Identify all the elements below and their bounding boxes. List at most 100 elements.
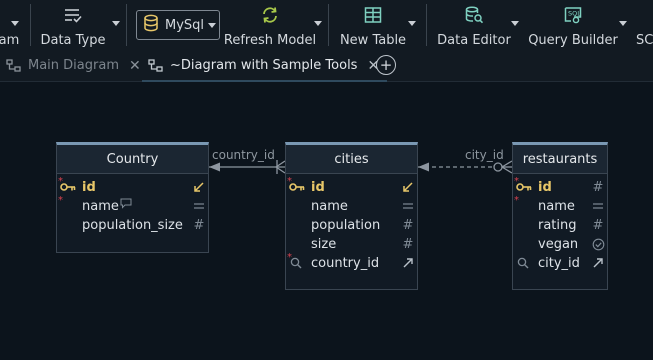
column-row[interactable]: * name xyxy=(57,195,208,216)
index-search-icon xyxy=(289,256,305,270)
partial-left-label: am xyxy=(0,33,20,48)
data-type-icon xyxy=(63,3,83,27)
tab-main-diagram[interactable]: Main Diagram ✕ xyxy=(6,50,141,81)
index-search-icon xyxy=(516,256,532,270)
toolbar-separator xyxy=(126,4,127,46)
data-type-caret[interactable] xyxy=(112,21,120,26)
table-title: restaurants xyxy=(513,145,607,174)
column-name: name xyxy=(538,199,575,214)
column-row[interactable]: rating # xyxy=(513,216,607,235)
database-select-value: MySql xyxy=(165,17,205,33)
column-name: name xyxy=(311,199,348,214)
boolean-check-icon xyxy=(591,236,605,252)
partial-right-button[interactable]: SC xyxy=(636,0,653,50)
relation-label: city_id xyxy=(465,148,504,162)
toolbar-separator xyxy=(30,4,31,46)
table-title: cities xyxy=(286,145,417,174)
column-name: id xyxy=(311,180,325,195)
table-restaurants[interactable]: restaurants * id # * name rating # vegan xyxy=(512,142,608,290)
mandatory-star: * xyxy=(514,195,519,206)
column-name: name xyxy=(82,199,119,214)
column-name: rating xyxy=(538,218,577,233)
column-row[interactable]: * id # xyxy=(513,176,607,197)
column-name: vegan xyxy=(538,237,579,252)
text-type-icon xyxy=(401,198,415,214)
data-type-label: Data Type xyxy=(40,33,106,48)
relation-line-city-id[interactable] xyxy=(418,160,513,174)
new-table-caret[interactable] xyxy=(408,21,416,26)
query-builder-label: Query Builder xyxy=(528,33,618,48)
column-name: size xyxy=(311,237,337,252)
column-name: population xyxy=(311,218,381,233)
column-name: population_size xyxy=(82,218,183,233)
pk-arrow-icon xyxy=(192,179,206,195)
plus-icon: + xyxy=(379,55,393,74)
data-editor-button[interactable]: Data Editor xyxy=(437,0,511,50)
toolbar-separator xyxy=(328,4,329,46)
data-editor-label: Data Editor xyxy=(437,33,511,48)
column-name: country_id xyxy=(311,256,380,271)
add-tab-button[interactable]: + xyxy=(376,55,396,75)
column-row[interactable]: population # xyxy=(286,216,417,235)
mandatory-star: * xyxy=(58,195,63,206)
diagram-tab-icon xyxy=(6,58,22,73)
new-table-label: New Table xyxy=(339,33,407,48)
close-icon[interactable]: ✕ xyxy=(129,58,141,74)
column-row[interactable]: * id xyxy=(286,176,417,197)
data-editor-caret[interactable] xyxy=(511,21,519,26)
diagram-canvas[interactable]: country_id city_id Country * id * name p… xyxy=(0,82,653,360)
number-type-icon: # xyxy=(402,217,414,233)
tab-label: ~Diagram with Sample Tools xyxy=(170,58,358,73)
diagram-tab-bar: Main Diagram ✕ ~Diagram with Sample Tool… xyxy=(0,50,653,82)
key-icon xyxy=(289,180,305,194)
svg-text:SQL: SQL xyxy=(568,10,581,18)
query-builder-button[interactable]: SQL Query Builder xyxy=(528,0,618,50)
key-icon xyxy=(60,180,76,194)
table-cities[interactable]: cities * id name population # size # * c… xyxy=(285,142,418,290)
data-editor-icon xyxy=(464,3,484,27)
comment-icon xyxy=(120,198,132,213)
new-table-button[interactable]: New Table xyxy=(340,0,406,50)
tab-label: Main Diagram xyxy=(28,58,119,73)
column-row[interactable]: * country_id xyxy=(286,252,417,273)
column-name: city_id xyxy=(538,256,580,271)
tab-diagram-with-sample-tools[interactable]: ~Diagram with Sample Tools ✕ xyxy=(141,50,388,82)
refresh-model-label: Refresh Model xyxy=(223,33,317,48)
diagram-tab-icon xyxy=(148,58,164,73)
number-type-icon: # xyxy=(592,217,604,233)
toolbar-separator xyxy=(426,4,427,46)
text-type-icon xyxy=(192,198,206,214)
query-builder-icon: SQL xyxy=(563,3,583,27)
column-name: id xyxy=(82,180,96,195)
column-row[interactable]: name xyxy=(286,197,417,216)
chevron-down-icon xyxy=(208,22,217,28)
number-type-icon: # xyxy=(193,217,205,233)
database-select[interactable]: MySql xyxy=(136,10,220,40)
column-row[interactable]: * name xyxy=(513,195,607,216)
pk-arrow-icon xyxy=(401,179,415,195)
column-row[interactable]: vegan xyxy=(513,235,607,254)
partial-left-caret[interactable] xyxy=(11,21,19,26)
number-type-icon: # xyxy=(402,236,414,252)
column-name: id xyxy=(538,180,552,195)
fk-arrow-icon xyxy=(591,255,605,271)
table-icon xyxy=(363,3,383,27)
relation-label: country_id xyxy=(212,148,275,162)
key-icon xyxy=(516,180,532,194)
table-country[interactable]: Country * id * name population_size # xyxy=(56,142,209,253)
refresh-model-caret[interactable] xyxy=(314,21,322,26)
column-row[interactable]: city_id xyxy=(513,254,607,273)
column-row[interactable]: population_size # xyxy=(57,216,208,235)
table-title: Country xyxy=(57,145,208,174)
refresh-model-button[interactable]: Refresh Model xyxy=(223,0,317,50)
query-builder-caret[interactable] xyxy=(619,21,627,26)
data-type-button[interactable]: Data Type xyxy=(40,0,106,50)
relation-line-country-id[interactable] xyxy=(209,160,286,174)
column-row[interactable]: * id xyxy=(57,176,208,197)
refresh-icon xyxy=(260,3,280,27)
main-toolbar: am Data Type MySql Refresh Model New Tab… xyxy=(0,0,653,50)
text-type-icon xyxy=(591,198,605,214)
number-type-icon: # xyxy=(592,179,604,195)
fk-arrow-icon xyxy=(401,255,415,271)
column-row[interactable]: size # xyxy=(286,235,417,254)
